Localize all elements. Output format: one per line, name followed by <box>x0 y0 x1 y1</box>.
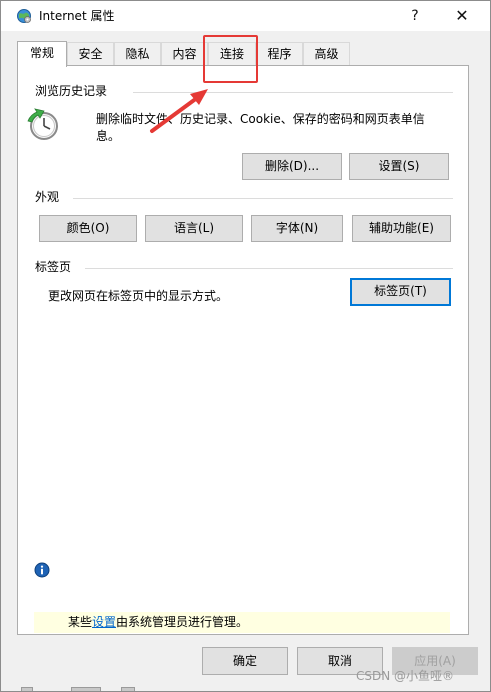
tab-programs[interactable]: 程序 <box>256 42 303 66</box>
tab-security[interactable]: 安全 <box>67 42 114 66</box>
delete-button[interactable]: 删除(D)... <box>242 153 342 180</box>
window-title: Internet 属性 <box>39 9 115 23</box>
watermark-text: CSDN @小鱼哑® <box>356 669 455 683</box>
notice-settings-link[interactable]: 设置 <box>92 615 116 629</box>
tab-privacy[interactable]: 隐私 <box>114 42 161 66</box>
globe-settings-icon <box>17 9 31 23</box>
tabs-group-description: 更改网页在标签页中的显示方式。 <box>48 289 229 303</box>
ok-button[interactable]: 确定 <box>202 647 288 675</box>
close-button[interactable]: ✕ <box>445 1 479 31</box>
info-icon <box>34 562 50 578</box>
history-clock-icon <box>27 108 58 140</box>
tab-advanced[interactable]: 高级 <box>303 42 350 66</box>
help-button[interactable]: ? <box>398 1 432 31</box>
red-arrow-annotation-icon <box>150 89 208 133</box>
internet-properties-dialog: Internet 属性 ? ✕ 常规 安全 隐私 内容 连接 程序 高级 浏览历… <box>0 0 491 692</box>
tabs-group-divider <box>85 268 453 269</box>
background-taskbar-fragment <box>1 683 171 691</box>
tabs-button[interactable]: 标签页(T) <box>350 278 451 306</box>
browsing-history-title: 浏览历史记录 <box>35 84 108 98</box>
taskbar-fragment-3 <box>121 687 135 691</box>
appearance-title: 外观 <box>35 190 60 204</box>
general-tab-panel <box>17 65 469 635</box>
connections-tab-highlight-box <box>203 35 258 83</box>
tab-general[interactable]: 常规 <box>17 41 67 67</box>
managed-settings-notice: 某些设置由系统管理员进行管理。 <box>34 612 450 633</box>
notice-prefix: 某些 <box>68 615 93 629</box>
taskbar-fragment-1 <box>21 687 33 691</box>
fonts-button[interactable]: 字体(N) <box>251 215 343 242</box>
title-bar[interactable]: Internet 属性 ? ✕ <box>1 1 490 31</box>
colors-button[interactable]: 颜色(O) <box>39 215 137 242</box>
appearance-divider <box>73 198 453 199</box>
browsing-history-description-line2: 息。 <box>96 129 121 143</box>
tabs-group-title: 标签页 <box>35 260 72 274</box>
settings-button[interactable]: 设置(S) <box>349 153 449 180</box>
languages-button[interactable]: 语言(L) <box>145 215 243 242</box>
accessibility-button[interactable]: 辅助功能(E) <box>352 215 451 242</box>
notice-suffix: 由系统管理员进行管理。 <box>116 615 249 629</box>
taskbar-fragment-2 <box>71 687 101 691</box>
tab-content[interactable]: 内容 <box>161 42 208 66</box>
